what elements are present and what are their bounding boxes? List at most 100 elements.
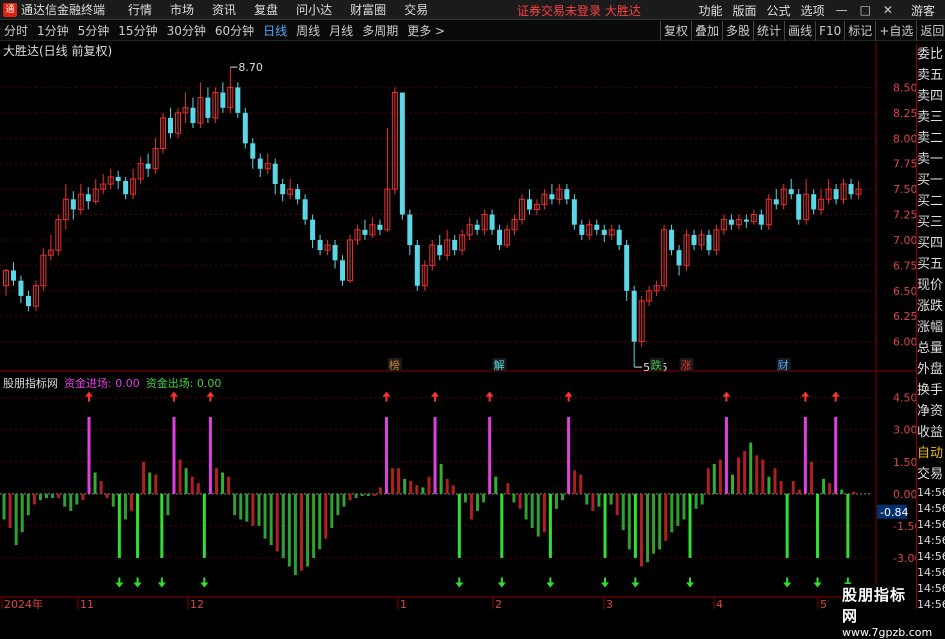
candle-body — [190, 107, 196, 124]
tab-5min[interactable]: 5分钟 — [78, 22, 110, 39]
auto-trade-label[interactable]: 自动 — [917, 443, 945, 464]
candle-body — [220, 92, 226, 108]
quote-panel: 委比 卖五 卖四 卖三 卖二 卖一 买一 买二 买三 买四 买五 现价 涨跌 涨幅 总量 外盘 换手 净资 收益 自… — [916, 44, 945, 611]
quote-field-label: 委比 — [917, 47, 944, 62]
indicator-bar — [585, 493, 589, 505]
indicator-bar — [227, 476, 231, 494]
tab-15min[interactable]: 15分钟 — [118, 22, 157, 39]
app-title: 通达信金融终端 — [21, 3, 106, 17]
quote-field-label: 涨幅 — [917, 320, 944, 335]
minimize-icon[interactable]: — — [836, 3, 848, 17]
candle-body — [728, 219, 734, 225]
f10-button[interactable]: F10 — [815, 21, 844, 41]
indicator-bar — [251, 493, 255, 526]
menu-ask[interactable]: 问小达 — [296, 1, 332, 18]
adjust-button[interactable]: 复权 — [660, 21, 691, 41]
guest-user[interactable]: 游客 — [911, 2, 935, 19]
x-axis-label: 11 — [80, 598, 94, 609]
candle-body — [362, 229, 368, 235]
down-arrow-icon — [497, 577, 506, 588]
indicator-bar — [451, 485, 455, 494]
price-tick-label: 7.00 — [893, 234, 916, 247]
indicator-bar — [561, 493, 565, 501]
menu-options[interactable]: 选项 — [801, 2, 825, 19]
candle-body — [302, 199, 308, 220]
down-arrow-icon — [133, 577, 142, 588]
indicator-bar — [749, 442, 753, 494]
quote-field-label: 现价 — [917, 278, 944, 293]
close-icon[interactable]: ✕ — [883, 3, 893, 17]
candle-body — [773, 199, 779, 205]
trade-label[interactable]: 交易 — [917, 464, 945, 485]
indicator-bar — [366, 493, 370, 496]
high-price-label: 8.70 — [238, 61, 263, 74]
indicator-bar — [87, 416, 91, 494]
menu-market[interactable]: 行情 — [128, 1, 152, 18]
indicator-bar — [160, 493, 164, 558]
multi-stock-button[interactable]: 多股 — [722, 21, 753, 41]
login-notice[interactable]: 证券交易未登录 大胜达 — [517, 2, 641, 19]
add-watchlist-button[interactable]: +自选 — [875, 21, 916, 41]
tab-60min[interactable]: 60分钟 — [215, 22, 254, 39]
indicator-bar — [421, 487, 425, 494]
indicator-bar — [306, 493, 310, 567]
overlay-button[interactable]: 叠加 — [691, 21, 722, 41]
indicator-bar — [275, 493, 279, 552]
menu-formula[interactable]: 公式 — [767, 2, 791, 19]
menu-layout[interactable]: 版面 — [733, 2, 757, 19]
x-axis-label: 2 — [495, 598, 502, 609]
candle-body — [616, 229, 622, 246]
candle-body — [676, 250, 682, 266]
candle-body — [280, 184, 286, 195]
candle-body — [25, 295, 31, 307]
indicator-tick-label: 4.50 — [893, 392, 916, 405]
indicator-bar — [633, 493, 637, 558]
indicator-bar — [196, 483, 200, 494]
menu-wealth[interactable]: 财富圈 — [350, 1, 386, 18]
menu-function[interactable]: 功能 — [699, 2, 723, 19]
quote-field-label: 换手 — [917, 383, 944, 398]
indicator-bar — [658, 493, 662, 550]
indicator-bar — [391, 468, 395, 494]
tab-daily[interactable]: 日线 — [263, 22, 287, 39]
watermark-title: 股朋指标网 — [842, 586, 907, 625]
mark-button[interactable]: 标记 — [844, 21, 875, 41]
candle-body — [85, 194, 91, 202]
candle-body — [601, 229, 607, 235]
indicator-bar — [136, 493, 140, 558]
back-button[interactable]: 返回 — [916, 21, 945, 41]
tick-time: 14:56 — [917, 518, 945, 531]
draw-line-button[interactable]: 画线 — [784, 21, 815, 41]
indicator-bar — [14, 493, 18, 546]
indicator-bar — [75, 493, 79, 505]
down-arrow-icon — [546, 577, 555, 588]
event-label: 榜 — [389, 358, 400, 372]
menu-trade[interactable]: 交易 — [404, 1, 428, 18]
candle-body — [743, 219, 749, 222]
indicator-bar — [676, 493, 680, 526]
tab-1min[interactable]: 1分钟 — [37, 22, 69, 39]
tab-timeshare[interactable]: 分时 — [4, 22, 28, 39]
indicator-bar — [773, 468, 777, 494]
tab-monthly[interactable]: 月线 — [329, 22, 353, 39]
tab-multi-period[interactable]: 多周期 — [362, 22, 398, 39]
tab-weekly[interactable]: 周线 — [296, 22, 320, 39]
chart-area[interactable]: 8.50 8.25 8.00 7.75 7.50 7.25 7.00 6.75 6.50 6.25… — [0, 42, 916, 609]
tick-time: 14:56 — [917, 566, 945, 579]
tab-more[interactable]: 更多 > — [407, 22, 445, 39]
price-tick-label: 7.75 — [893, 158, 916, 171]
candle-body — [489, 214, 495, 230]
candle-body — [123, 180, 129, 195]
menu-exchange[interactable]: 市场 — [170, 1, 194, 18]
tab-30min[interactable]: 30分钟 — [167, 22, 206, 39]
indicator-bar — [99, 481, 103, 494]
indicator-bar — [724, 416, 728, 494]
maximize-icon[interactable]: □ — [860, 3, 871, 17]
candle-body — [571, 199, 577, 225]
menu-news[interactable]: 资讯 — [212, 1, 236, 18]
stats-button[interactable]: 统计 — [753, 21, 784, 41]
menu-review[interactable]: 复盘 — [254, 1, 278, 18]
indicator-name[interactable]: 股朋指标网 — [3, 375, 58, 391]
indicator-bar — [809, 461, 813, 494]
indicator-bar — [548, 493, 552, 558]
